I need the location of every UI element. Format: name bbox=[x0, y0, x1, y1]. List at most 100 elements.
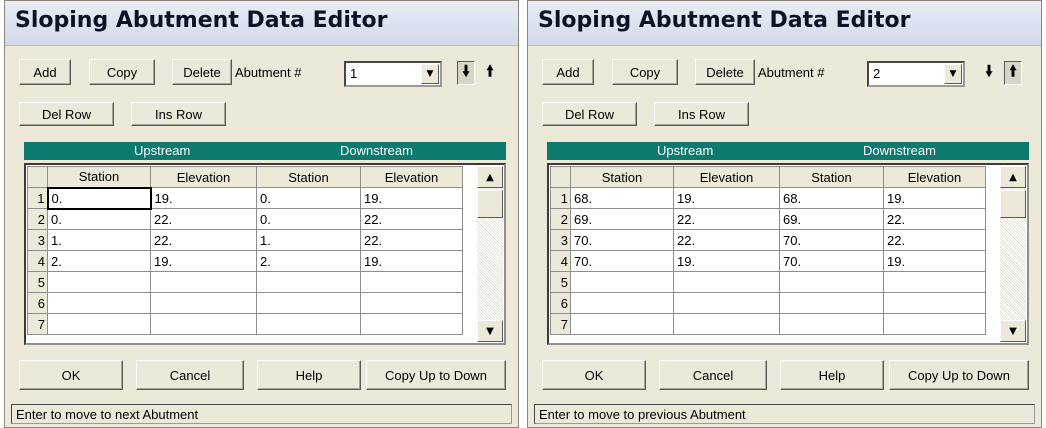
row-number[interactable]: 5 bbox=[550, 271, 571, 293]
del-row-button[interactable]: Del Row bbox=[542, 102, 637, 126]
table-cell[interactable]: 0. bbox=[47, 208, 151, 230]
table-cell[interactable]: 1. bbox=[47, 229, 151, 251]
triangle-down-icon[interactable]: ▼ bbox=[421, 64, 439, 84]
add-button[interactable]: Add bbox=[542, 59, 594, 85]
cancel-button[interactable]: Cancel bbox=[136, 360, 244, 390]
ins-row-button[interactable]: Ins Row bbox=[654, 102, 749, 126]
table-cell[interactable]: 19. bbox=[883, 187, 986, 209]
table-cell[interactable] bbox=[256, 292, 361, 314]
vertical-scrollbar[interactable]: ▲ ▼ bbox=[1000, 166, 1026, 342]
table-cell[interactable] bbox=[779, 313, 884, 335]
ok-button[interactable]: OK bbox=[542, 360, 646, 390]
vertical-scrollbar[interactable]: ▲ ▼ bbox=[477, 166, 503, 342]
table-cell[interactable]: 68. bbox=[779, 187, 884, 209]
down-arrow-icon[interactable]: 🠛 bbox=[980, 61, 998, 85]
table-cell[interactable] bbox=[883, 292, 986, 314]
up-arrow-icon[interactable]: 🠙 bbox=[481, 61, 499, 85]
triangle-down-icon[interactable]: ▼ bbox=[944, 64, 962, 84]
table-cell[interactable]: 69. bbox=[779, 208, 884, 230]
column-header[interactable]: Elevation bbox=[883, 166, 986, 188]
table-cell[interactable]: 70. bbox=[779, 250, 884, 272]
row-number[interactable]: 3 bbox=[550, 229, 571, 251]
column-header[interactable]: Elevation bbox=[360, 166, 463, 188]
table-cell[interactable]: 19. bbox=[883, 250, 986, 272]
row-number[interactable]: 7 bbox=[550, 313, 571, 335]
table-cell[interactable] bbox=[883, 271, 986, 293]
table-cell[interactable]: 0. bbox=[46, 186, 152, 210]
scroll-down-icon[interactable]: ▼ bbox=[477, 320, 503, 342]
delete-button[interactable]: Delete bbox=[172, 59, 232, 85]
row-number[interactable]: 1 bbox=[27, 187, 48, 209]
table-cell[interactable]: 22. bbox=[673, 208, 780, 230]
column-header[interactable]: Station bbox=[47, 166, 151, 188]
abutment-select[interactable]: 2 ▼ bbox=[867, 61, 965, 87]
column-header[interactable]: Station bbox=[779, 166, 884, 188]
copy-up-to-down-button[interactable]: Copy Up to Down bbox=[889, 360, 1029, 390]
column-header[interactable]: Elevation bbox=[150, 166, 257, 188]
table-cell[interactable]: 22. bbox=[883, 229, 986, 251]
table-cell[interactable] bbox=[570, 313, 674, 335]
table-cell[interactable]: 0. bbox=[256, 208, 361, 230]
table-cell[interactable]: 22. bbox=[883, 208, 986, 230]
table-cell[interactable]: 0. bbox=[256, 187, 361, 209]
table-cell[interactable] bbox=[360, 271, 463, 293]
table-cell[interactable] bbox=[47, 292, 151, 314]
scroll-up-icon[interactable]: ▲ bbox=[477, 166, 503, 188]
table-cell[interactable]: 68. bbox=[570, 187, 674, 209]
copy-button[interactable]: Copy bbox=[89, 59, 155, 85]
table-cell[interactable] bbox=[47, 313, 151, 335]
table-cell[interactable] bbox=[570, 271, 674, 293]
table-cell[interactable]: 22. bbox=[360, 208, 463, 230]
table-cell[interactable]: 19. bbox=[673, 187, 780, 209]
table-cell[interactable]: 69. bbox=[570, 208, 674, 230]
table-cell[interactable]: 19. bbox=[360, 250, 463, 272]
ins-row-button[interactable]: Ins Row bbox=[131, 102, 226, 126]
table-cell[interactable] bbox=[570, 292, 674, 314]
ok-button[interactable]: OK bbox=[19, 360, 123, 390]
table-cell[interactable] bbox=[47, 271, 151, 293]
table-cell[interactable]: 22. bbox=[150, 208, 257, 230]
row-number[interactable]: 3 bbox=[27, 229, 48, 251]
table-cell[interactable] bbox=[673, 271, 780, 293]
table-cell[interactable] bbox=[673, 313, 780, 335]
table-cell[interactable]: 70. bbox=[570, 229, 674, 251]
copy-up-to-down-button[interactable]: Copy Up to Down bbox=[366, 360, 506, 390]
table-cell[interactable]: 19. bbox=[150, 250, 257, 272]
column-header[interactable]: Station bbox=[570, 166, 674, 188]
table-cell[interactable]: 22. bbox=[360, 229, 463, 251]
table-cell[interactable]: 22. bbox=[150, 229, 257, 251]
del-row-button[interactable]: Del Row bbox=[19, 102, 114, 126]
table-cell[interactable] bbox=[883, 313, 986, 335]
row-number[interactable]: 1 bbox=[550, 187, 571, 209]
table-cell[interactable]: 19. bbox=[360, 187, 463, 209]
table-cell[interactable]: 22. bbox=[673, 229, 780, 251]
table-cell[interactable] bbox=[673, 292, 780, 314]
table-cell[interactable]: 70. bbox=[779, 229, 884, 251]
row-number[interactable]: 4 bbox=[27, 250, 48, 272]
down-arrow-icon[interactable]: 🠛 bbox=[457, 61, 475, 85]
table-cell[interactable] bbox=[256, 313, 361, 335]
table-cell[interactable]: 2. bbox=[256, 250, 361, 272]
table-cell[interactable] bbox=[779, 271, 884, 293]
column-header[interactable]: Elevation bbox=[673, 166, 780, 188]
table-cell[interactable] bbox=[360, 313, 463, 335]
copy-button[interactable]: Copy bbox=[612, 59, 678, 85]
row-number[interactable]: 6 bbox=[550, 292, 571, 314]
scroll-thumb[interactable] bbox=[477, 190, 503, 218]
table-cell[interactable] bbox=[150, 313, 257, 335]
scroll-down-icon[interactable]: ▼ bbox=[1000, 320, 1026, 342]
table-cell[interactable] bbox=[256, 271, 361, 293]
row-number[interactable]: 2 bbox=[27, 208, 48, 230]
delete-button[interactable]: Delete bbox=[695, 59, 755, 85]
column-header[interactable]: Station bbox=[256, 166, 361, 188]
row-number[interactable]: 4 bbox=[550, 250, 571, 272]
table-cell[interactable] bbox=[150, 271, 257, 293]
help-button[interactable]: Help bbox=[257, 360, 361, 390]
table-cell[interactable]: 70. bbox=[570, 250, 674, 272]
row-number[interactable]: 7 bbox=[27, 313, 48, 335]
table-cell[interactable] bbox=[779, 292, 884, 314]
scroll-up-icon[interactable]: ▲ bbox=[1000, 166, 1026, 188]
table-cell[interactable] bbox=[360, 292, 463, 314]
table-cell[interactable]: 1. bbox=[256, 229, 361, 251]
help-button[interactable]: Help bbox=[780, 360, 884, 390]
